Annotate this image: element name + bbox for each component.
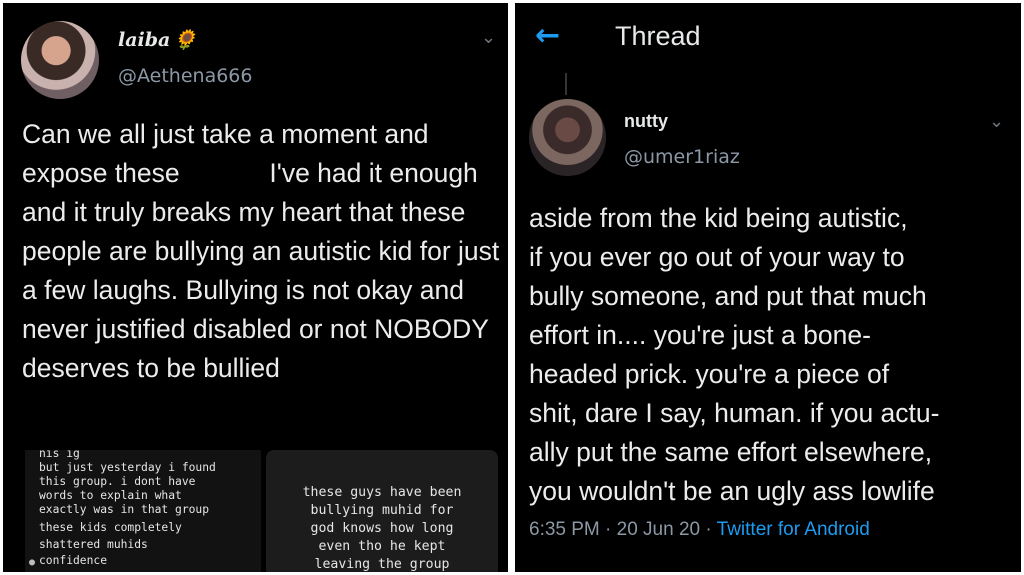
back-arrow-icon[interactable]: ← (535, 21, 560, 51)
timestamp[interactable]: 6:35 PM · 20 Jun 20 · (529, 519, 717, 540)
image-text-line: confidence (39, 554, 108, 567)
thread-connector-line (565, 73, 567, 95)
display-name-text: laiba (118, 29, 171, 51)
image-text-line: exactly was in that group (39, 503, 210, 516)
display-name[interactable]: nutty (624, 111, 668, 132)
page-title: Thread (615, 21, 701, 51)
tweet-text: Can we all just take a moment and expose… (22, 115, 504, 388)
image-text-line: this group. i dont have (39, 475, 196, 488)
source-link[interactable]: Twitter for Android (717, 519, 870, 540)
right-thread-panel: ← Thread nutty @umer1riaz ⌄ aside from t… (515, 3, 1021, 572)
image-text-line: these kids completely (39, 521, 182, 534)
sunflower-emoji: 🌻 (173, 29, 198, 51)
display-name[interactable]: laiba 🌻 (118, 28, 197, 51)
user-handle[interactable]: @umer1riaz (624, 146, 740, 168)
image-text-line: but just yesterday i found (39, 461, 216, 474)
avatar[interactable] (21, 21, 99, 99)
image-text: these guys have been bullying muhid for … (302, 485, 462, 572)
left-tweet-panel: laiba 🌻 @Aethena666 ⌄ Can we all just tak… (3, 3, 508, 572)
redacted-word (187, 160, 262, 182)
chevron-down-icon[interactable]: ⌄ (989, 111, 1004, 132)
image-text-line: words to explain what (39, 489, 182, 502)
avatar[interactable] (529, 99, 606, 176)
tweet-text: aside from the kid being autistic, if yo… (529, 203, 940, 506)
image-text-line: nis ig (39, 450, 80, 460)
tweet-text-part2: I've had it enough and it truly breaks m… (22, 158, 500, 383)
attached-image-2[interactable]: these guys have been bullying muhid for … (266, 450, 498, 572)
tweet-meta: 6:35 PM · 20 Jun 20 · Twitter for Androi… (529, 519, 870, 541)
attached-image-1[interactable]: nis ig but just yesterday i found this g… (25, 450, 261, 572)
user-icon: ● (29, 557, 36, 568)
chevron-down-icon[interactable]: ⌄ (481, 27, 496, 48)
image-text-line: shattered muhids (39, 538, 148, 551)
user-handle[interactable]: @Aethena666 (118, 65, 252, 87)
